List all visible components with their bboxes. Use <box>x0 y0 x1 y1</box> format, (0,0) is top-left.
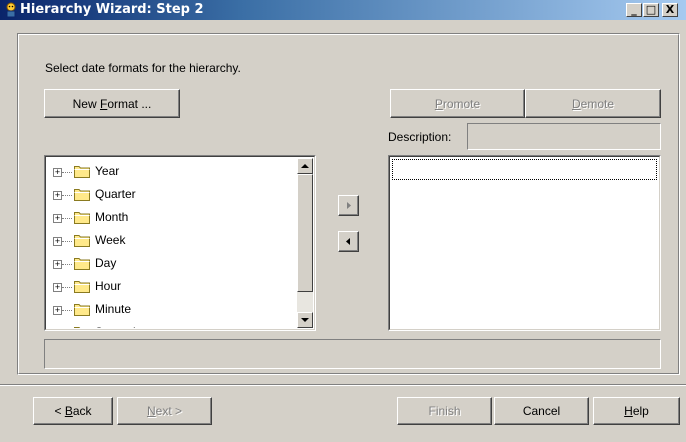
description-label: Description: <box>388 130 452 144</box>
tree-scrollbar[interactable] <box>297 158 313 328</box>
expand-icon[interactable]: + <box>53 283 62 292</box>
folder-icon <box>74 235 90 247</box>
help-button[interactable]: Help <box>593 397 680 425</box>
tree-item-label: Month <box>95 210 129 224</box>
tree-item-label: Day <box>95 256 117 270</box>
scroll-up-icon <box>301 164 309 168</box>
new-format-button[interactable]: New Format ... <box>44 89 180 118</box>
folder-icon <box>74 189 90 201</box>
demote-button[interactable]: Demote <box>525 89 661 118</box>
minimize-icon: _ <box>631 3 637 16</box>
expand-icon[interactable]: + <box>53 214 62 223</box>
finish-button[interactable]: Finish <box>397 397 492 425</box>
expand-icon[interactable]: + <box>53 237 62 246</box>
hierarchy-wizard-window: Hierarchy Wizard: Step 2 _ □ X Select da… <box>0 0 686 442</box>
maximize-button[interactable]: □ <box>643 3 659 17</box>
scroll-down-button[interactable] <box>297 312 313 328</box>
cancel-button[interactable]: Cancel <box>494 397 589 425</box>
tree-item-label: Quarter <box>95 187 136 201</box>
title-bar[interactable]: Hierarchy Wizard: Step 2 _ □ X <box>0 0 686 20</box>
move-left-button[interactable] <box>338 231 359 252</box>
tree-item-label: Week <box>95 233 126 247</box>
footer-separator <box>0 384 686 386</box>
description-field[interactable] <box>467 123 661 150</box>
folder-icon <box>74 166 90 178</box>
tree-item-label: Minute <box>95 302 132 316</box>
list-focus-item[interactable] <box>392 159 657 180</box>
folder-icon <box>74 304 90 316</box>
promote-button[interactable]: Promote <box>390 89 525 118</box>
move-right-button[interactable] <box>338 195 359 216</box>
scroll-up-button[interactable] <box>297 158 313 174</box>
tree-viewport: + Year + Quarter + Month + Week + Day + Hour + Minute… <box>47 158 297 328</box>
back-button[interactable]: < Back <box>33 397 113 425</box>
expand-icon[interactable]: + <box>53 191 62 200</box>
tree-item-label: Year <box>95 164 120 178</box>
folder-icon <box>74 281 90 293</box>
window-title: Hierarchy Wizard: Step 2 <box>20 2 204 17</box>
date-format-tree[interactable]: + Year + Quarter + Month + Week + Day + Hour + Minute… <box>44 155 316 331</box>
maximize-icon: □ <box>645 3 657 16</box>
tree-item-label: Second <box>95 325 136 328</box>
selected-formats-list[interactable] <box>388 155 661 331</box>
folder-icon <box>74 212 90 224</box>
folder-icon <box>74 327 81 328</box>
close-button[interactable]: X <box>662 3 678 17</box>
scroll-down-icon <box>301 318 309 322</box>
status-bar <box>44 339 661 369</box>
minimize-button[interactable]: _ <box>626 3 642 17</box>
expand-icon[interactable]: + <box>53 168 62 177</box>
close-icon: X <box>665 3 675 16</box>
wizard-app-icon <box>6 2 16 18</box>
tree-item-label: Hour <box>95 279 122 293</box>
scroll-thumb[interactable] <box>297 174 313 292</box>
next-button[interactable]: Next > <box>117 397 212 425</box>
expand-icon[interactable]: + <box>53 306 62 315</box>
right-arrow-icon <box>347 202 351 209</box>
folder-icon <box>74 258 90 270</box>
instructions-label: Select date formats for the hierarchy. <box>45 61 241 75</box>
expand-icon[interactable]: + <box>53 260 62 269</box>
left-arrow-icon <box>346 238 350 245</box>
